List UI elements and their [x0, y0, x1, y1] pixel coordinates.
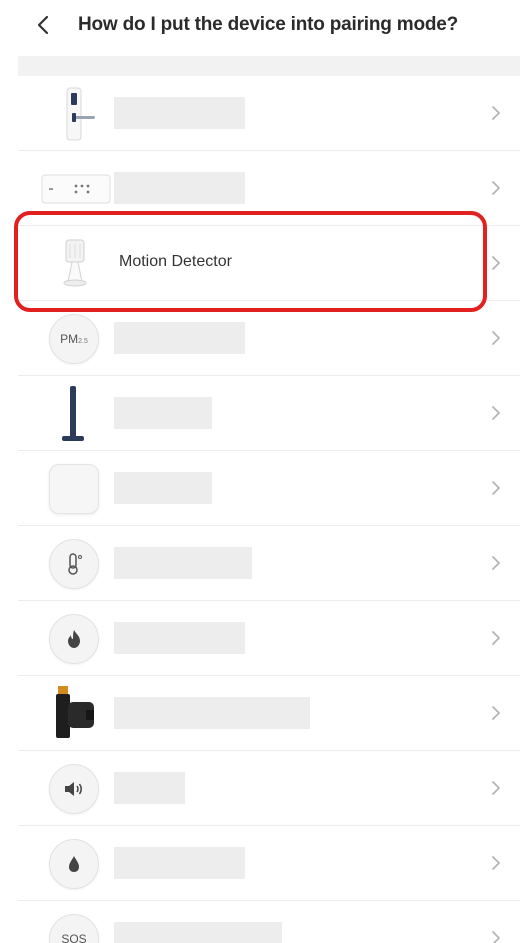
- header-bar: How do I put the device into pairing mod…: [0, 0, 520, 58]
- device-name-placeholder: [114, 322, 245, 354]
- sos-icon: SOS: [46, 911, 102, 943]
- floor-stand-icon: [46, 385, 102, 441]
- pm-text: PM: [60, 331, 79, 346]
- chevron-right-icon: [492, 931, 500, 943]
- device-name-placeholder: [114, 772, 185, 804]
- chevron-left-icon: [37, 15, 49, 35]
- chevron-right-icon: [492, 331, 500, 345]
- chevron-right-icon: [492, 556, 500, 570]
- chevron-right-icon: [492, 856, 500, 870]
- thermometer-icon: [46, 536, 102, 591]
- wall-switch-icon: [40, 161, 112, 216]
- chevron-right-icon: [492, 106, 500, 120]
- back-button[interactable]: [30, 12, 58, 40]
- device-list: Motion Detector PM 2.5 SOS: [18, 76, 520, 943]
- device-name-placeholder: [114, 472, 212, 504]
- page-title: How do I put the device into pairing mod…: [78, 14, 459, 35]
- flame-icon: [46, 611, 102, 666]
- white-square-hub-icon: [46, 461, 102, 516]
- device-name-placeholder: [114, 397, 212, 429]
- list-item[interactable]: [18, 676, 520, 751]
- chevron-right-icon: [492, 481, 500, 495]
- list-item[interactable]: [18, 376, 520, 451]
- device-label: Motion Detector: [119, 253, 232, 270]
- device-name-placeholder: [114, 922, 282, 943]
- list-item[interactable]: [18, 601, 520, 676]
- chevron-right-icon: [492, 706, 500, 720]
- device-name-placeholder: [114, 847, 245, 879]
- siren-speaker-icon: [46, 761, 102, 816]
- chevron-right-icon: [492, 181, 500, 195]
- list-item[interactable]: SOS: [18, 901, 520, 943]
- device-name-placeholder: [114, 97, 245, 129]
- door-lock-icon: [46, 86, 102, 141]
- list-item[interactable]: [18, 451, 520, 526]
- chevron-right-icon: [492, 781, 500, 795]
- device-name-placeholder: [114, 172, 245, 204]
- list-item[interactable]: [18, 76, 520, 151]
- chevron-right-icon: [492, 406, 500, 420]
- chevron-right-icon: [492, 631, 500, 645]
- motion-detector-icon: [46, 236, 102, 291]
- list-item[interactable]: [18, 151, 520, 226]
- section-divider: [18, 56, 520, 76]
- device-name-placeholder: [114, 622, 245, 654]
- water-drop-icon: [46, 836, 102, 891]
- device-name-placeholder: [114, 547, 252, 579]
- list-item[interactable]: PM 2.5: [18, 301, 520, 376]
- device-name-placeholder: [114, 697, 310, 729]
- pm25-sensor-icon: PM 2.5: [46, 311, 102, 366]
- chevron-right-icon: [492, 256, 500, 270]
- list-item-motion-detector[interactable]: Motion Detector: [18, 226, 520, 301]
- pm-subscript: 2.5: [78, 337, 88, 345]
- list-item[interactable]: [18, 526, 520, 601]
- list-item[interactable]: [18, 826, 520, 901]
- valve-controller-icon: [46, 685, 102, 741]
- sos-text: SOS: [61, 931, 87, 943]
- list-item[interactable]: [18, 751, 520, 826]
